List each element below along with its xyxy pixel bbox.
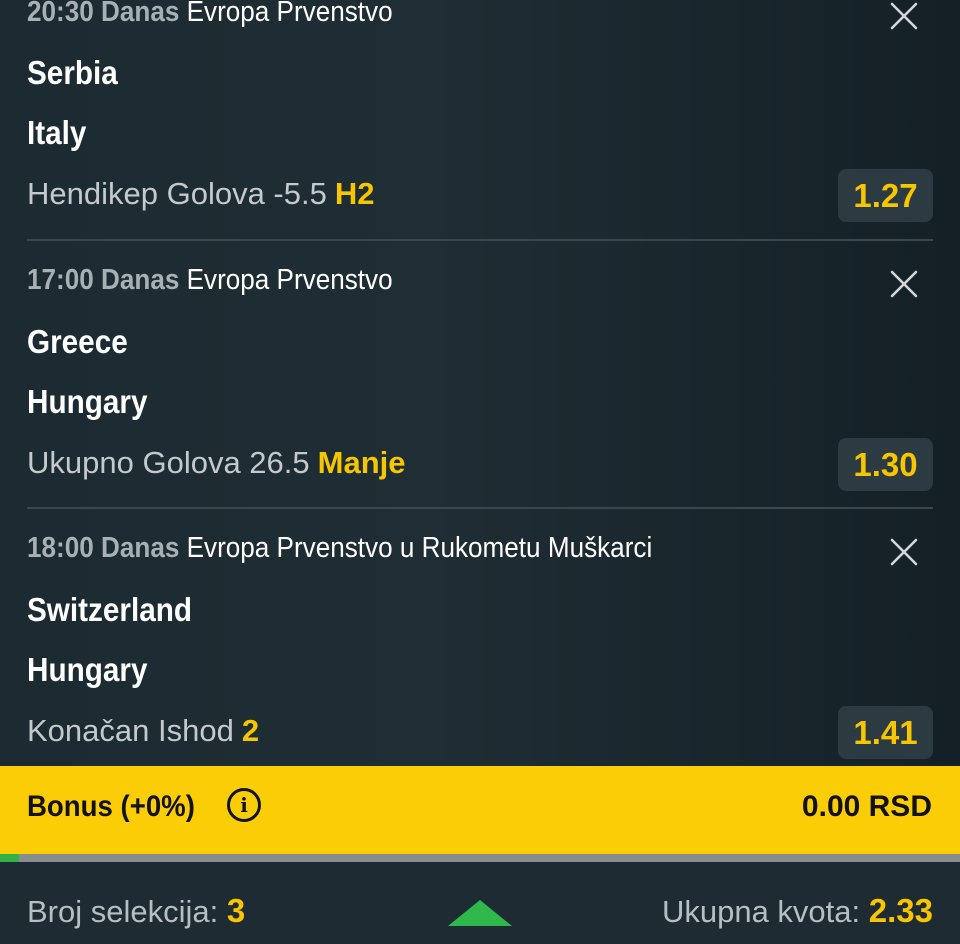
- event-meta: 17:00 Danas Evropa Prvenstvo: [27, 264, 393, 297]
- market-pick: 2: [241, 713, 260, 748]
- selection-card: 17:00 Danas Evropa Prvenstvo Greece Hung…: [0, 241, 960, 509]
- home-team: Greece: [27, 323, 128, 360]
- event-meta: 18:00 Danas Evropa Prvenstvo u Rukometu …: [27, 532, 652, 565]
- home-team: Switzerland: [27, 591, 193, 628]
- market-label: Hendikep Golova -5.5 H2: [27, 176, 374, 212]
- info-icon[interactable]: i: [227, 788, 261, 822]
- market-name: Konačan Ishod: [27, 713, 234, 748]
- progress-bar: [0, 854, 960, 862]
- odds-badge[interactable]: 1.27: [838, 169, 933, 222]
- event-day: Danas: [101, 264, 180, 296]
- bet-slip-list: 20:30 Danas Evropa Prvenstvo Serbia Ital…: [0, 0, 960, 766]
- market-label: Konačan Ishod 2: [27, 713, 259, 749]
- selection-count: Broj selekcija: 3: [27, 892, 245, 930]
- market-name: Ukupno Golova 26.5: [27, 445, 310, 480]
- selection-count-value: 3: [226, 892, 246, 929]
- bonus-amount: 0.00 RSD: [801, 790, 932, 823]
- event-competition: Evropa Prvenstvo u Rukometu Muškarci: [186, 532, 653, 564]
- market-pick: Manje: [317, 445, 406, 480]
- event-day: Danas: [101, 0, 180, 28]
- close-icon[interactable]: [886, 266, 922, 302]
- odds-badge[interactable]: 1.41: [838, 706, 933, 759]
- slip-summary[interactable]: Broj selekcija: 3 Ukupna kvota: 2.33: [0, 862, 960, 944]
- close-icon[interactable]: [886, 534, 922, 570]
- total-odds-label: Ukupna kvota:: [661, 894, 861, 929]
- home-team: Serbia: [27, 54, 118, 91]
- bonus-label: Bonus (+0%): [27, 790, 195, 823]
- total-odds-value: 2.33: [868, 892, 933, 929]
- expand-arrow-icon[interactable]: [448, 900, 512, 926]
- away-team: Hungary: [27, 651, 148, 688]
- away-team: Italy: [27, 114, 87, 151]
- event-meta: 20:30 Danas Evropa Prvenstvo: [27, 0, 393, 29]
- market-name: Hendikep Golova -5.5: [27, 176, 327, 211]
- bonus-bar: Bonus (+0%) i 0.00 RSD: [0, 766, 960, 854]
- odds-badge[interactable]: 1.30: [838, 438, 933, 491]
- selection-card: 20:30 Danas Evropa Prvenstvo Serbia Ital…: [0, 0, 960, 241]
- event-time: 18:00: [27, 532, 94, 564]
- event-competition: Evropa Prvenstvo: [186, 0, 393, 28]
- event-time: 17:00: [27, 264, 94, 296]
- away-team: Hungary: [27, 383, 148, 420]
- event-competition: Evropa Prvenstvo: [186, 264, 393, 296]
- progress-fill: [0, 854, 20, 862]
- market-label: Ukupno Golova 26.5 Manje: [27, 445, 406, 481]
- selection-card: 18:00 Danas Evropa Prvenstvo u Rukometu …: [0, 509, 960, 766]
- selection-count-label: Broj selekcija:: [27, 894, 219, 929]
- event-day: Danas: [101, 532, 180, 564]
- total-odds: Ukupna kvota: 2.33: [662, 892, 933, 930]
- close-icon[interactable]: [886, 0, 922, 34]
- event-time: 20:30: [27, 0, 94, 28]
- market-pick: H2: [334, 176, 375, 211]
